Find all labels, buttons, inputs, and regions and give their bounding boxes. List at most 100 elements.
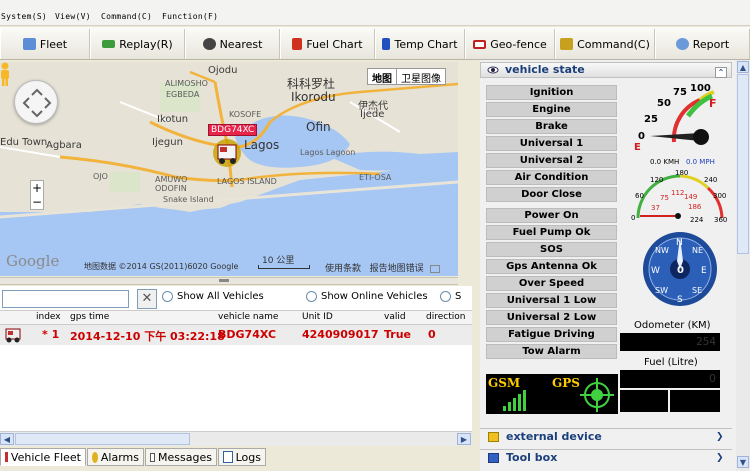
zoom-in-button[interactable]: +: [31, 181, 43, 195]
column-header-vehicle-name[interactable]: vehicle name: [218, 312, 278, 322]
radio-icon: [306, 291, 317, 302]
scroll-up-button[interactable]: ▲: [737, 61, 749, 73]
nearest-button[interactable]: Nearest: [185, 29, 280, 59]
column-header-direction[interactable]: direction: [426, 312, 465, 322]
speed-tick: 180: [675, 169, 688, 177]
zoom-control: + −: [30, 180, 44, 210]
vehicle-tag[interactable]: BDG74XC: [208, 124, 258, 136]
menu-bar: System(S) View(V) Command(C) Function(F): [0, 0, 750, 26]
menu-function[interactable]: Function(F): [162, 12, 218, 21]
compass-west: W: [651, 266, 660, 276]
map-label-eti-osa: ETI-OSA: [359, 173, 392, 182]
collapse-chevron-icon[interactable]: ⌃: [715, 67, 727, 78]
map-view[interactable]: 地图 卫星图像 Ojodu 科科罗杜 Ikorodu ALIMOSHO EGBE…: [0, 62, 458, 276]
fuel-value: 0: [620, 370, 720, 388]
cell-index: * 1: [42, 328, 60, 341]
signal-panel: GSM GPS: [486, 374, 618, 414]
column-header-gps-time[interactable]: gps time: [70, 312, 109, 322]
splitter-grip-icon: [219, 279, 229, 283]
terms-link[interactable]: 使用条款: [325, 264, 361, 274]
external-device-header[interactable]: external device ❯: [480, 428, 732, 445]
scroll-right-button[interactable]: ▶: [457, 433, 471, 445]
speed-tick: 120: [650, 176, 663, 184]
third-filter-radio[interactable]: S: [440, 291, 461, 302]
show-all-vehicles-radio[interactable]: Show All Vehicles: [162, 291, 264, 302]
horizontal-scrollbar[interactable]: ◀ ▶: [0, 431, 472, 446]
fuel-gauge-tick: 25: [644, 114, 658, 125]
alarm-bell-icon: [92, 451, 98, 463]
filter-bar: ✕ Show All Vehicles Show Online Vehicles…: [0, 286, 472, 310]
scroll-thumb[interactable]: [15, 433, 190, 445]
compass-southeast: SE: [692, 286, 702, 295]
fuel-gauge-tick: 50: [657, 98, 671, 109]
menu-system[interactable]: System(S): [1, 12, 47, 21]
map-type-switch: 地图 卫星图像: [367, 68, 446, 85]
tool-box-header[interactable]: Tool box ❯: [480, 449, 732, 466]
replay-icon: [102, 40, 116, 48]
status-over-speed: Over Speed: [486, 276, 617, 291]
tab-alarms[interactable]: Alarms: [87, 448, 144, 466]
scroll-thumb[interactable]: [737, 74, 749, 254]
column-header-unit-id[interactable]: Unit ID: [302, 312, 333, 322]
clear-search-button[interactable]: ✕: [137, 289, 157, 309]
status-engine: Engine: [486, 102, 617, 117]
fuel-chart-button[interactable]: Fuel Chart: [280, 29, 375, 59]
gsm-signal-icon: [503, 390, 526, 411]
map-label-odofin: ODOFIN: [155, 184, 187, 193]
pan-control[interactable]: [14, 80, 58, 124]
zoom-out-button[interactable]: −: [31, 195, 43, 209]
status-universal-1: Universal 1: [486, 136, 617, 151]
menu-view[interactable]: View(V): [55, 12, 91, 21]
fuel-display-left: [620, 390, 668, 412]
fuel-label: Fuel (Litre): [644, 357, 698, 368]
map-splitter[interactable]: [0, 277, 458, 285]
report-error-link[interactable]: 报告地图错误: [370, 264, 424, 274]
column-header-index[interactable]: index: [36, 312, 61, 322]
fleet-button[interactable]: Fleet: [0, 29, 90, 59]
vertical-scrollbar[interactable]: ▲ ▼: [736, 60, 750, 471]
map-type-map[interactable]: 地图: [368, 69, 397, 85]
expand-chevron-icon[interactable]: ❯: [716, 450, 724, 466]
replay-button[interactable]: Replay(R): [90, 29, 185, 59]
column-header-valid[interactable]: valid: [384, 312, 406, 322]
speed-readout: 0.0 KMH 0.0 MPH: [650, 158, 715, 166]
fuel-gauge-tick: 0: [638, 131, 645, 142]
pegman-icon[interactable]: [0, 62, 10, 86]
scroll-left-button[interactable]: ◀: [0, 433, 14, 445]
expand-chevron-icon[interactable]: ❯: [716, 429, 724, 445]
footer-toggle-icon[interactable]: [429, 264, 440, 273]
speed-tick: 240: [704, 176, 717, 184]
tab-vehicle-fleet[interactable]: Vehicle Fleet: [0, 448, 86, 466]
scroll-down-button[interactable]: ▼: [737, 456, 749, 468]
toolbar: Fleet Replay(R) Nearest Fuel Chart Temp …: [0, 27, 750, 60]
map-type-satellite[interactable]: 卫星图像: [397, 69, 445, 85]
report-button[interactable]: Report: [655, 29, 750, 59]
tab-messages[interactable]: Messages: [145, 448, 217, 466]
status-gps-antenna-ok: Gps Antenna Ok: [486, 259, 617, 274]
temp-chart-button[interactable]: Temp Chart: [375, 29, 465, 59]
fuel-pump-icon: [292, 38, 303, 50]
map-label-ojo: OJO: [93, 172, 108, 181]
status-brake: Brake: [486, 119, 617, 134]
speed-tick: 360: [714, 216, 727, 224]
envelope-icon: [150, 452, 156, 462]
vehicle-row-icon: [5, 328, 21, 343]
vehicle-state-header[interactable]: vehicle state ⌃: [480, 62, 732, 78]
status-door-close: Door Close: [486, 187, 617, 202]
geofence-button[interactable]: Geo-fence: [465, 29, 555, 59]
cell-valid: True: [384, 328, 412, 341]
vehicle-marker-icon[interactable]: [210, 138, 244, 168]
map-label-snake-island: Snake Island: [163, 195, 214, 204]
status-tow-alarm: Tow Alarm: [486, 344, 617, 359]
map-label-ofin: Ofin: [306, 120, 331, 134]
command-button[interactable]: Command(C): [555, 29, 655, 59]
menu-command[interactable]: Command(C): [101, 12, 152, 21]
table-row[interactable]: * 1 2014-12-10 下午 03:22:18 BDG74XC 42409…: [0, 325, 472, 345]
show-online-vehicles-radio[interactable]: Show Online Vehicles: [306, 291, 428, 302]
speed-tick: 112: [671, 189, 684, 197]
vehicle-table: index gps time vehicle name Unit ID vali…: [0, 310, 472, 436]
map-data-notice: 地图数据 ©2014 GS(2011)6020 Google: [84, 262, 239, 271]
tab-logs[interactable]: Logs: [218, 448, 266, 466]
map-label-ikorodu: Ikorodu: [291, 90, 336, 104]
vehicle-search-input[interactable]: [2, 290, 129, 308]
